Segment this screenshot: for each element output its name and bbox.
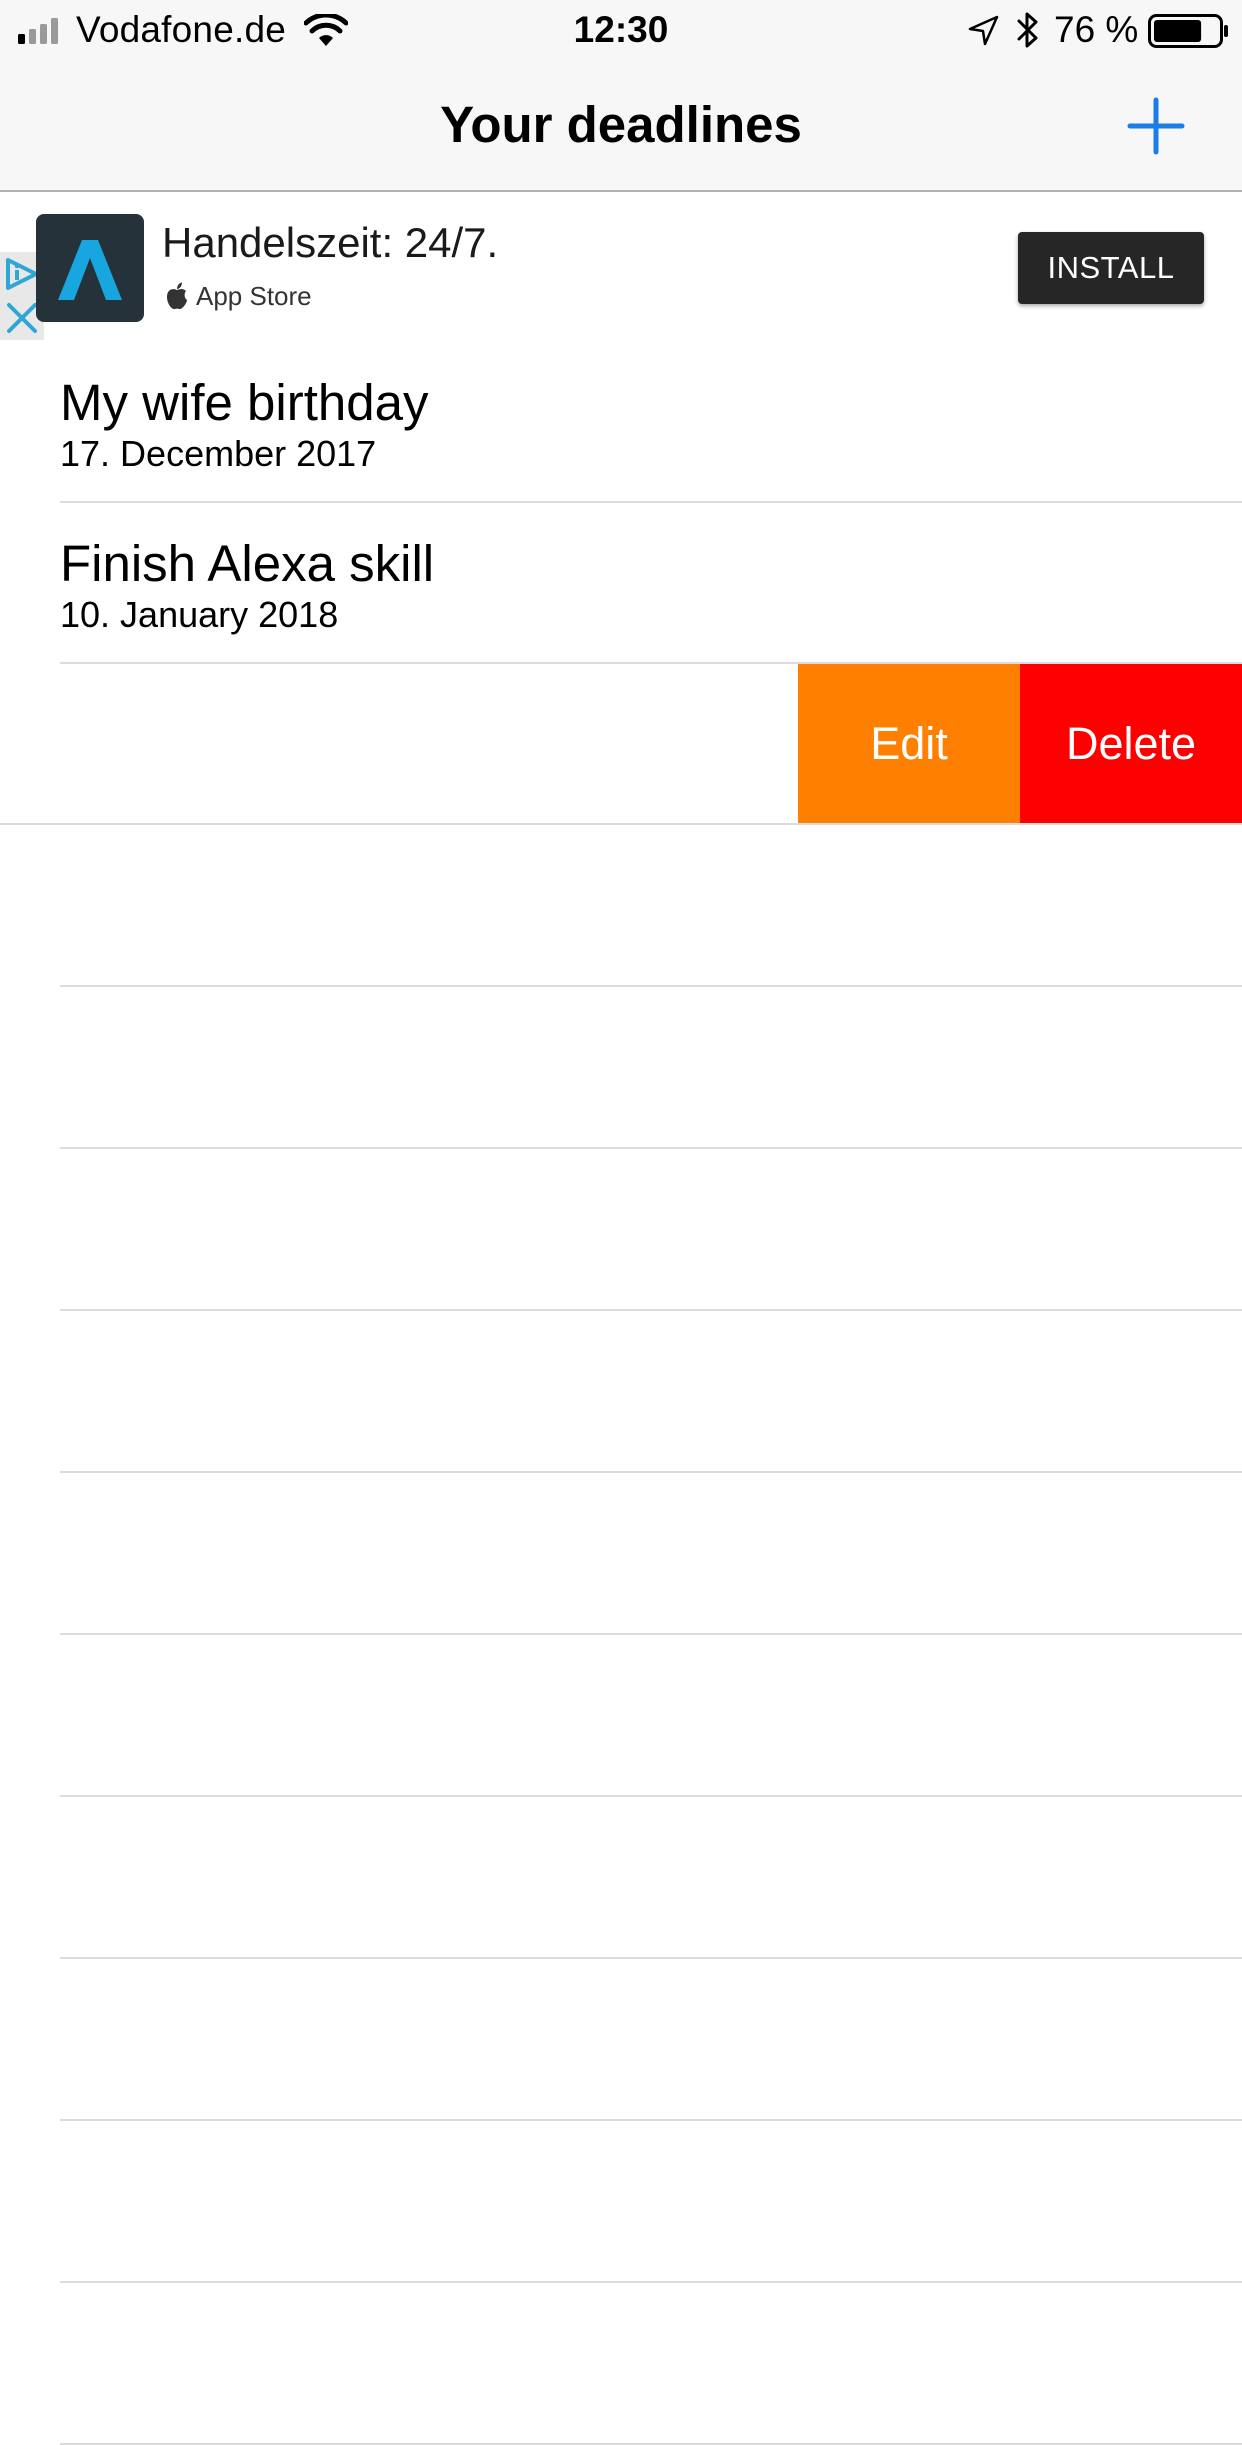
- ad-app-icon[interactable]: [36, 214, 144, 322]
- app-logo-icon: [58, 240, 122, 300]
- empty-row: [60, 1635, 1242, 1797]
- ad-install-button[interactable]: INSTALL: [1018, 232, 1204, 304]
- ad-store-label: App Store: [196, 281, 312, 311]
- deadline-date: 17. December 2017: [60, 433, 377, 474]
- page-title: Your deadlines: [440, 96, 802, 153]
- empty-row: [60, 1149, 1242, 1311]
- ad-store-badge: App Store: [164, 278, 312, 314]
- empty-row: [60, 987, 1242, 1149]
- empty-row: [60, 2283, 1242, 2445]
- empty-row: [60, 1959, 1242, 2121]
- empty-row: [60, 1797, 1242, 1959]
- empty-row: [60, 1473, 1242, 1635]
- deadline-row[interactable]: My wife birthday 17. December 2017: [60, 342, 1242, 503]
- status-bar: Vodafone.de 12:30 76 %: [0, 0, 1242, 60]
- ad-headline: Handelszeit: 24/7.: [162, 219, 499, 266]
- empty-row: [60, 1311, 1242, 1473]
- edit-button[interactable]: Edit: [798, 664, 1020, 823]
- add-deadline-button[interactable]: [1126, 96, 1186, 156]
- location-arrow-icon: [968, 15, 999, 46]
- swiped-row[interactable]: Edit Delete: [0, 664, 1242, 825]
- bluetooth-icon: [1017, 12, 1038, 48]
- navigation-bar: Your deadlines: [0, 60, 1242, 192]
- deadlines-table: My wife birthday 17. December 2017 Finis…: [0, 342, 1242, 2445]
- apple-icon: [167, 282, 187, 310]
- deadline-date: 10. January 2018: [60, 594, 339, 635]
- empty-row: [60, 825, 1242, 987]
- battery-percentage: 76 %: [1054, 9, 1139, 50]
- deadline-title: My wife birthday: [60, 374, 429, 431]
- deadline-title: Finish Alexa skill: [60, 535, 435, 592]
- deadline-row[interactable]: Finish Alexa skill 10. January 2018: [60, 503, 1242, 664]
- ad-banner[interactable]: Handelszeit: 24/7. App Store INSTALL: [0, 192, 1242, 342]
- battery-icon: [1148, 14, 1228, 48]
- swipe-actions: Edit Delete: [798, 664, 1242, 823]
- delete-button[interactable]: Delete: [1020, 664, 1242, 823]
- empty-row: [60, 2121, 1242, 2283]
